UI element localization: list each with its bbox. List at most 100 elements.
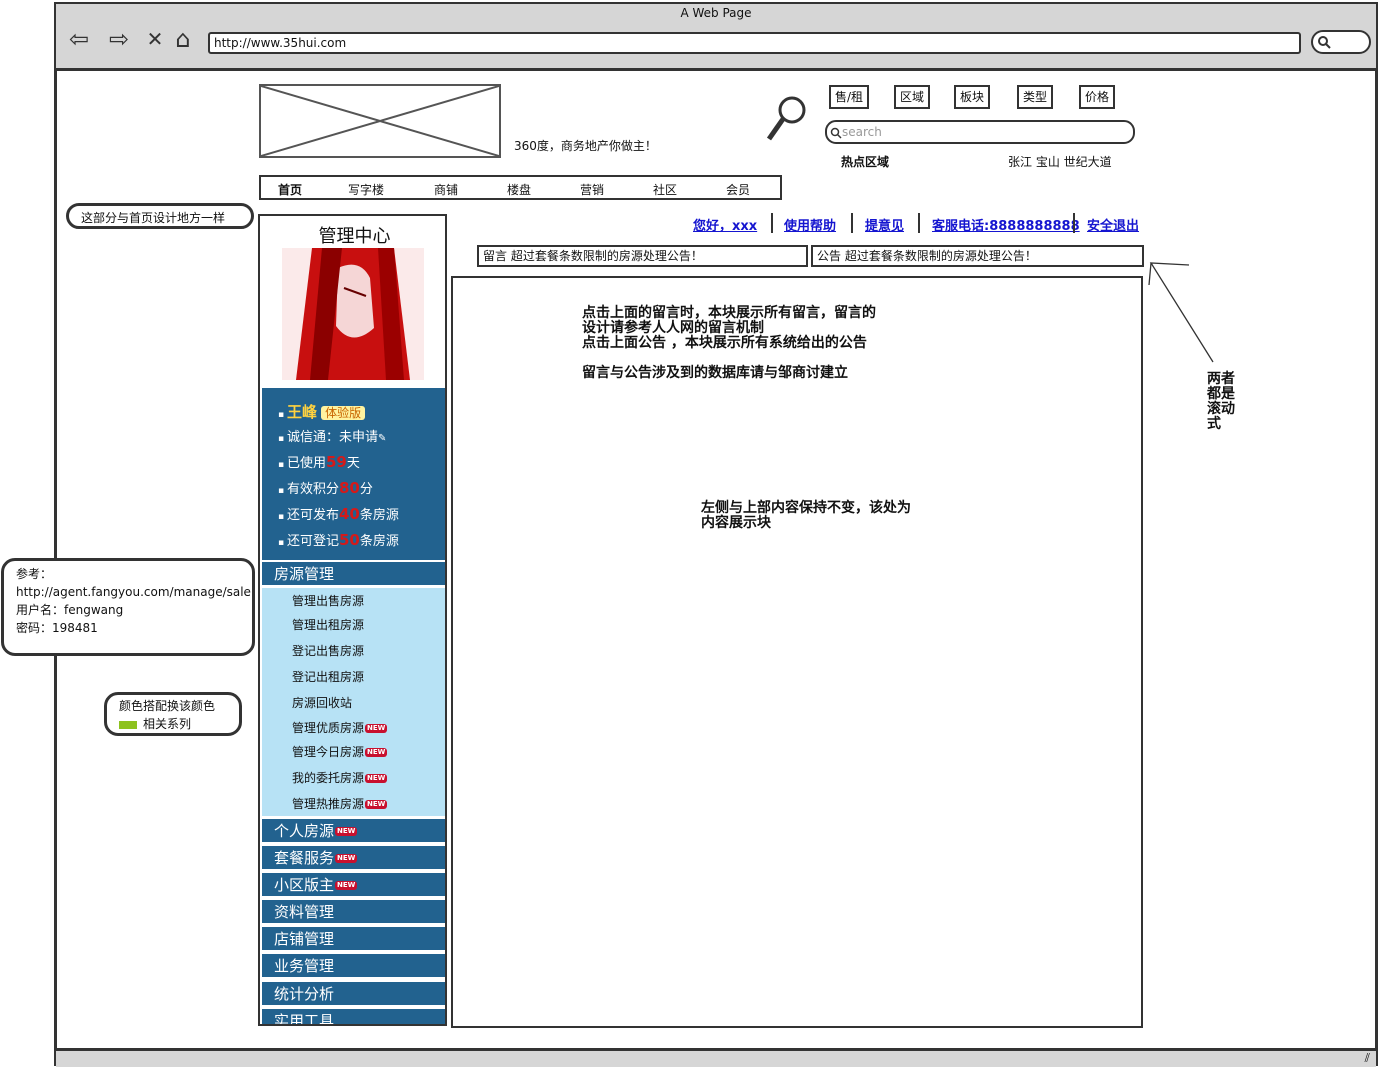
nav-office[interactable]: 写字楼 <box>348 181 384 198</box>
sidebar-section-tools[interactable]: 实用工具 <box>262 1007 445 1024</box>
nav-buildings[interactable]: 楼盘 <box>507 181 531 198</box>
sidebar-section-business[interactable]: 业务管理 <box>262 952 445 977</box>
points-suffix: 分 <box>359 482 373 497</box>
cert-row: 诚信通：未申请✎ <box>278 426 386 445</box>
register-suffix: 条房源 <box>359 534 399 549</box>
register-row: 还可登记50条房源 <box>278 530 399 549</box>
header-note-callout: 这部分与首页设计地方一样 <box>66 203 254 229</box>
close-icon[interactable]: ✕ <box>140 24 170 54</box>
submenu-item-new[interactable]: 管理今日房源 NEW <box>292 743 388 760</box>
sidebar-title: 管理中心 <box>318 226 391 247</box>
reference-password: 密码：198481 <box>16 621 98 635</box>
used-prefix: 已使用 <box>286 456 326 471</box>
section-label: 个人房源 <box>274 822 335 840</box>
content-note-2: 设计请参考人人网的留言机制 <box>582 320 764 336</box>
sidebar-section-personal[interactable]: 个人房源 NEW <box>262 817 445 842</box>
new-badge: NEW <box>335 854 358 863</box>
sidebar-section-house-mgmt[interactable]: 房源管理 <box>262 560 445 585</box>
new-badge: NEW <box>335 827 358 836</box>
separator <box>771 213 773 233</box>
window-title: A Web Page <box>680 6 752 20</box>
sidebar-section-store[interactable]: 店铺管理 <box>262 925 445 950</box>
used-days: 59 <box>325 453 347 471</box>
reference-username: 用户名：fengwang <box>16 603 124 617</box>
color-note-line2: 相关系列 <box>143 717 192 731</box>
filter-sector[interactable]: 板块 <box>954 85 991 109</box>
submenu-item[interactable]: 管理出租房源 <box>292 616 364 633</box>
reference-label: 参考： <box>16 567 53 581</box>
color-note-line1: 颜色搭配换该颜色 <box>119 699 216 713</box>
separator <box>918 213 920 233</box>
submenu-item[interactable]: 登记出售房源 <box>292 642 364 659</box>
edit-icon[interactable]: ✎ <box>378 433 386 444</box>
hotline-link[interactable]: 客服电话:8888888888 <box>932 215 1080 234</box>
submenu-label: 管理热推房源 <box>292 797 365 811</box>
logout-link[interactable]: 安全退出 <box>1087 215 1139 234</box>
sidebar-section-stats[interactable]: 统计分析 <box>262 980 445 1005</box>
scroll-note: 两者都是滚动式 <box>1207 371 1235 432</box>
submenu-item[interactable]: 登记出租房源 <box>292 668 364 685</box>
browser-search-field[interactable] <box>1311 30 1371 54</box>
back-arrow-icon[interactable]: ⇦ <box>64 24 94 54</box>
submenu-item-new[interactable]: 我的委托房源 NEW <box>292 769 388 786</box>
search-input[interactable]: search <box>825 120 1135 144</box>
content-note-3: 点击上面公告 ，本块展示所有系统给出的公告 <box>582 335 867 351</box>
home-icon[interactable]: ⌂ <box>168 24 198 54</box>
separator <box>1073 213 1075 233</box>
feedback-link[interactable]: 提意见 <box>865 215 904 234</box>
slogan: 360度，商务地产你做主！ <box>514 139 657 153</box>
trial-badge: 体验版 <box>321 406 366 420</box>
publish-prefix: 还可发布 <box>286 508 339 523</box>
sidebar-section-moderator[interactable]: 小区版主 NEW <box>262 871 445 896</box>
logo-placeholder <box>259 84 501 158</box>
section-label: 套餐服务 <box>274 849 335 867</box>
nav-community[interactable]: 社区 <box>653 181 677 198</box>
sidebar-section-package[interactable]: 套餐服务 NEW <box>262 844 445 869</box>
used-days-row: 已使用59天 <box>278 452 360 471</box>
reference-callout: 参考： http://agent.fangyou.com/manage/sale… <box>1 558 255 656</box>
filter-sale-rent[interactable]: 售/租 <box>829 85 870 109</box>
message-notice[interactable]: 留言 超过套餐条数限制的房源处理公告！ <box>477 245 808 267</box>
filter-district[interactable]: 区域 <box>894 85 931 109</box>
content-note-5: 左侧与上部内容保持不变，该处为 <box>701 500 911 516</box>
nav-shops[interactable]: 商铺 <box>434 181 458 198</box>
help-link[interactable]: 使用帮助 <box>784 215 836 234</box>
search-icon <box>830 127 842 139</box>
browser-titlebar: A Web Page ⇦ ⇨ ✕ ⌂ http://www.35hui.com <box>56 4 1376 71</box>
forward-arrow-icon[interactable]: ⇨ <box>104 24 134 54</box>
register-count: 50 <box>338 531 360 549</box>
publish-count: 40 <box>338 505 360 523</box>
avatar <box>282 248 424 380</box>
publish-row: 还可发布40条房源 <box>278 504 399 523</box>
nav-marketing[interactable]: 营销 <box>580 181 604 198</box>
cert-label: 诚信通： <box>286 430 339 445</box>
points-prefix: 有效积分 <box>286 482 339 497</box>
submenu-item-new[interactable]: 管理热推房源 NEW <box>292 795 388 812</box>
nav-home[interactable]: 首页 <box>278 181 302 198</box>
content-panel <box>451 276 1143 1028</box>
content-note-6: 内容展示块 <box>701 515 771 531</box>
separator <box>851 213 853 233</box>
sidebar-section-profile[interactable]: 资料管理 <box>262 898 445 923</box>
nav-members[interactable]: 会员 <box>726 181 750 198</box>
filter-type[interactable]: 类型 <box>1017 85 1054 109</box>
submenu-item[interactable]: 房源回收站 <box>292 694 352 711</box>
submenu-item-new[interactable]: 管理优质房源 NEW <box>292 719 388 736</box>
user-name-row: 王峰 体验版 <box>278 401 366 422</box>
submenu-item[interactable]: 管理出售房源 <box>292 592 364 609</box>
sidebar: 管理中心 王峰 体验版 诚信通：未申请✎ 已使用59天 有效积分80分 还可发布… <box>258 214 447 1026</box>
magnifier-icon <box>766 96 806 141</box>
url-bar[interactable]: http://www.35hui.com <box>208 32 1301 54</box>
new-badge: NEW <box>365 748 388 757</box>
hot-areas-label: 热点区域 <box>841 155 890 169</box>
announcement-notice[interactable]: 公告 超过套餐条数限制的房源处理公告！ <box>811 245 1144 267</box>
annotation-arrow <box>1148 262 1214 363</box>
resize-grip-icon[interactable]: ⫽ <box>1365 1051 1370 1066</box>
header-note-text: 这部分与首页设计地方一样 <box>81 211 226 225</box>
color-note-callout: 颜色搭配换该颜色 相关系列 <box>104 692 242 736</box>
hot-areas-list[interactable]: 张江 宝山 世纪大道 <box>1008 153 1112 170</box>
greeting-link[interactable]: 您好，xxx <box>693 215 757 234</box>
used-suffix: 天 <box>346 456 360 471</box>
filter-price[interactable]: 价格 <box>1079 85 1116 109</box>
points-row: 有效积分80分 <box>278 478 373 497</box>
